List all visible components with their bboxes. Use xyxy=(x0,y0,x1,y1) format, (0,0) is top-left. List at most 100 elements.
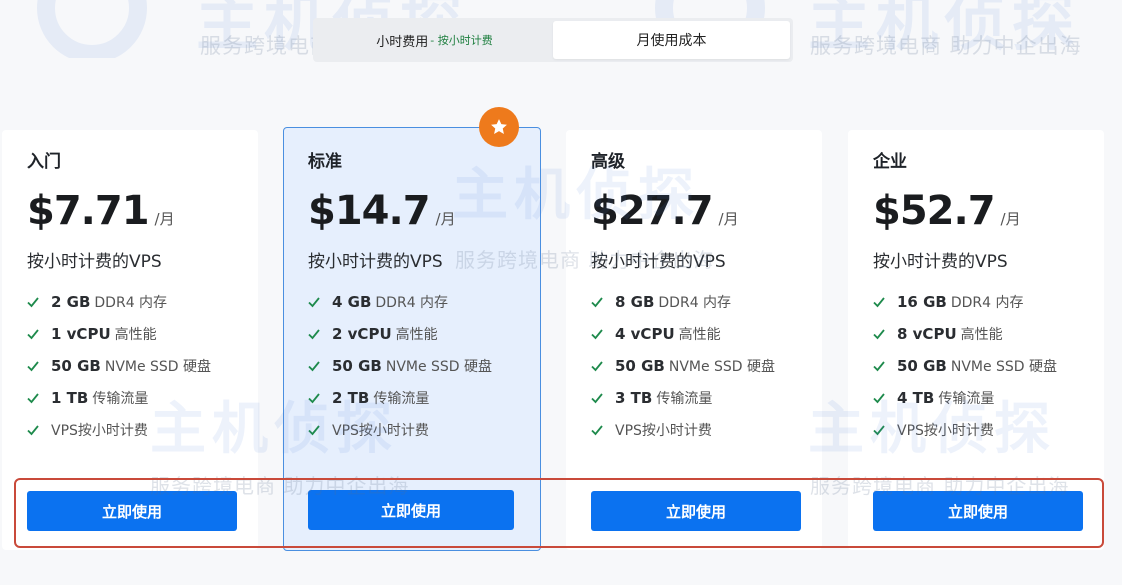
feature-item: 2 TB 传输流量 xyxy=(308,382,516,414)
feature-value: 2 GB xyxy=(51,293,91,311)
price-row: $27.7 /月 xyxy=(591,188,797,244)
plan-name: 企业 xyxy=(873,152,907,172)
check-icon xyxy=(591,361,603,372)
use-now-button[interactable]: 立即使用 xyxy=(27,491,237,531)
pricing-page: 主机侦探 服务跨境电商 助力中企出海 主机侦探 服务跨境电商 助力中企出海 小时… xyxy=(0,0,1122,585)
feature-item: 50 GB NVMe SSD 硬盘 xyxy=(873,350,1079,382)
feature-label: NVMe SSD 硬盘 xyxy=(104,359,212,375)
toggle-hourly-note: - 按小时计费 xyxy=(430,34,493,47)
check-icon xyxy=(27,329,39,340)
feature-label: VPS按小时计费 xyxy=(615,423,712,439)
check-icon xyxy=(591,329,603,340)
plan-card-standard: 标准 $14.7 /月 按小时计费的VPS 4 GB DDR4 内存 2 vCPU… xyxy=(283,127,541,551)
toggle-monthly[interactable]: 月使用成本 xyxy=(553,21,790,59)
plan-description: 按小时计费的VPS xyxy=(873,252,1008,272)
watermark-slogan: 服务跨境电商 助力中企出海 xyxy=(810,34,1082,58)
plan-card-advanced: 高级 $27.7 /月 按小时计费的VPS 8 GB DDR4 内存 4 vCPU… xyxy=(566,130,822,550)
feature-item: 4 vCPU 高性能 xyxy=(591,318,797,350)
feature-item: 3 TB 传输流量 xyxy=(591,382,797,414)
feature-item: 4 TB 传输流量 xyxy=(873,382,1079,414)
feature-value: 50 GB xyxy=(615,357,665,375)
feature-label: 高性能 xyxy=(678,327,721,343)
check-icon xyxy=(308,393,320,404)
feature-item: 50 GB NVMe SSD 硬盘 xyxy=(27,350,233,382)
price-unit: /月 xyxy=(1000,210,1021,228)
toggle-hourly-label: 小时费用 xyxy=(376,34,429,50)
feature-label: 传输流量 xyxy=(373,391,430,407)
feature-label: DDR4 内存 xyxy=(375,295,449,311)
feature-label: DDR4 内存 xyxy=(658,295,732,311)
feature-label: 高性能 xyxy=(114,327,157,343)
feature-item: 8 GB DDR4 内存 xyxy=(591,286,797,318)
feature-value: 1 vCPU xyxy=(51,325,111,343)
check-icon xyxy=(873,361,885,372)
price-row: $7.71 /月 xyxy=(27,188,233,244)
feature-item: VPS按小时计费 xyxy=(591,414,797,446)
plan-price: $7.71 xyxy=(27,188,150,234)
check-icon xyxy=(308,361,320,372)
check-icon xyxy=(591,425,603,436)
feature-item: 1 vCPU 高性能 xyxy=(27,318,233,350)
check-icon xyxy=(308,329,320,340)
plan-description: 按小时计费的VPS xyxy=(308,252,443,272)
feature-value: 50 GB xyxy=(332,357,382,375)
feature-label: VPS按小时计费 xyxy=(897,423,994,439)
feature-value: 4 GB xyxy=(332,293,372,311)
plan-description: 按小时计费的VPS xyxy=(27,252,162,272)
feature-value: 2 vCPU xyxy=(332,325,392,343)
feature-item: 2 vCPU 高性能 xyxy=(308,318,516,350)
toggle-hourly[interactable]: 小时费用 - 按小时计费 xyxy=(316,21,553,59)
feature-label: NVMe SSD 硬盘 xyxy=(950,359,1058,375)
plan-name: 标准 xyxy=(308,152,342,172)
star-icon xyxy=(491,119,507,134)
check-icon xyxy=(308,297,320,308)
featured-badge xyxy=(479,107,519,147)
price-unit: /月 xyxy=(154,210,175,228)
check-icon xyxy=(27,393,39,404)
feature-label: 传输流量 xyxy=(938,391,995,407)
price-row: $52.7 /月 xyxy=(873,188,1079,244)
use-now-button[interactable]: 立即使用 xyxy=(873,491,1083,531)
feature-label: VPS按小时计费 xyxy=(51,423,148,439)
price-unit: /月 xyxy=(718,210,739,228)
check-icon xyxy=(308,425,320,436)
feature-item: VPS按小时计费 xyxy=(308,414,516,446)
feature-item: VPS按小时计费 xyxy=(873,414,1079,446)
check-icon xyxy=(27,297,39,308)
plan-description: 按小时计费的VPS xyxy=(591,252,726,272)
feature-value: 8 vCPU xyxy=(897,325,957,343)
feature-label: 高性能 xyxy=(395,327,438,343)
check-icon xyxy=(591,393,603,404)
feature-value: 1 TB xyxy=(51,389,89,407)
feature-item: VPS按小时计费 xyxy=(27,414,233,446)
toggle-monthly-label: 月使用成本 xyxy=(636,33,707,49)
feature-list: 8 GB DDR4 内存 4 vCPU 高性能 50 GB NVMe SSD 硬盘 3… xyxy=(591,286,797,446)
feature-list: 2 GB DDR4 内存 1 vCPU 高性能 50 GB NVMe SSD 硬盘 1… xyxy=(27,286,233,446)
use-now-button[interactable]: 立即使用 xyxy=(591,491,801,531)
feature-item: 4 GB DDR4 内存 xyxy=(308,286,516,318)
feature-label: 高性能 xyxy=(960,327,1003,343)
feature-value: 4 vCPU xyxy=(615,325,675,343)
plan-card-enterprise: 企业 $52.7 /月 按小时计费的VPS 16 GB DDR4 内存 8 vCP… xyxy=(848,130,1104,550)
check-icon xyxy=(873,393,885,404)
check-icon xyxy=(873,297,885,308)
plan-name: 入门 xyxy=(27,152,61,172)
feature-value: 2 TB xyxy=(332,389,370,407)
plan-price: $52.7 xyxy=(873,188,996,234)
use-now-button[interactable]: 立即使用 xyxy=(308,490,514,530)
watermark-brand: 主机侦探 xyxy=(808,0,1081,59)
feature-label: DDR4 内存 xyxy=(950,295,1024,311)
feature-label: 传输流量 xyxy=(92,391,149,407)
feature-item: 1 TB 传输流量 xyxy=(27,382,233,414)
feature-value: 50 GB xyxy=(51,357,101,375)
feature-value: 16 GB xyxy=(897,293,947,311)
feature-label: 传输流量 xyxy=(656,391,713,407)
price-row: $14.7 /月 xyxy=(308,188,516,244)
feature-label: VPS按小时计费 xyxy=(332,423,429,439)
plan-name: 高级 xyxy=(591,152,625,172)
feature-item: 50 GB NVMe SSD 硬盘 xyxy=(591,350,797,382)
feature-item: 8 vCPU 高性能 xyxy=(873,318,1079,350)
feature-list: 4 GB DDR4 内存 2 vCPU 高性能 50 GB NVMe SSD 硬盘 2… xyxy=(308,286,516,446)
plan-card-starter: 入门 $7.71 /月 按小时计费的VPS 2 GB DDR4 内存 1 vCPU… xyxy=(2,130,258,550)
feature-value: 3 TB xyxy=(615,389,653,407)
